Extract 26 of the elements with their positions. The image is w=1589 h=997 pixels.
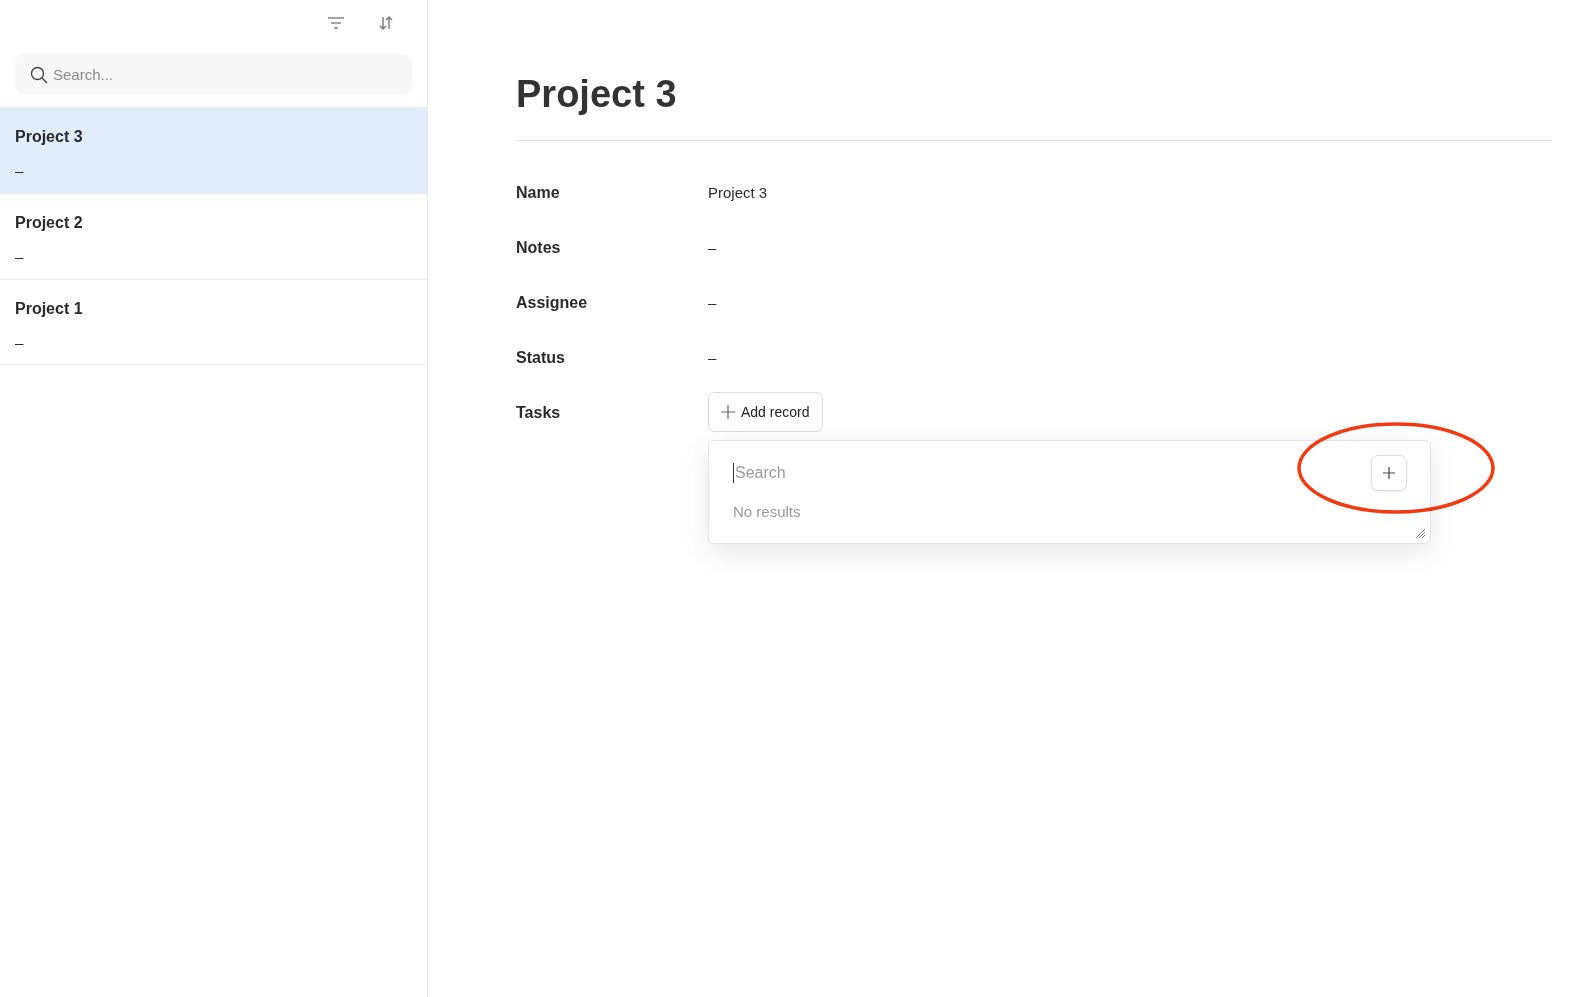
add-button[interactable] [1371, 455, 1407, 491]
search-icon [30, 66, 48, 84]
field-value: – [708, 294, 717, 313]
search-field[interactable]: Search... [15, 54, 412, 95]
project-subtitle: – [15, 248, 25, 265]
field-value: – [708, 239, 717, 258]
project-list-item[interactable]: Project 1 – [0, 279, 427, 365]
plus-icon [1383, 467, 1395, 479]
project-title: Project 3 [15, 128, 84, 146]
page-title: Project 3 [516, 73, 1552, 141]
project-subtitle: – [15, 334, 25, 351]
project-title: Project 2 [15, 214, 84, 232]
field-value: Project 3 [708, 184, 768, 203]
project-subtitle: – [15, 162, 25, 179]
add-record-button[interactable]: Add record [708, 392, 823, 432]
empty-message: No results [733, 503, 802, 520]
field-label: Assignee [516, 294, 589, 313]
field-label: Notes [516, 239, 562, 258]
field-value: – [708, 349, 717, 368]
field-label: Status [516, 349, 566, 368]
plus-icon [721, 405, 735, 419]
field-label: Tasks [516, 404, 562, 423]
resize-handle-icon[interactable] [1416, 529, 1426, 539]
field-label: Name [516, 184, 561, 203]
project-list-item[interactable]: Project 3 – [0, 107, 427, 193]
project-title: Project 1 [15, 300, 84, 318]
